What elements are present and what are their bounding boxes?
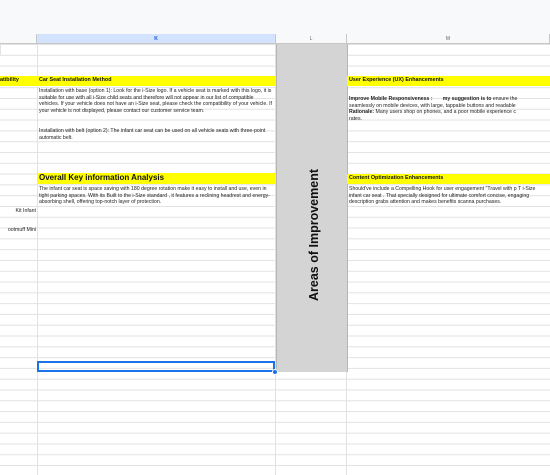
cell-install-header[interactable]: Car Seat Installation Method (37, 76, 275, 86)
fill-handle[interactable] (272, 369, 278, 375)
ux-text1: ensure the (492, 96, 518, 102)
ux-text2: seamlessly on mobile devices, with large… (349, 102, 516, 109)
cell-ux-text[interactable]: Improve Mobile Responsiveness : my sugge… (349, 96, 550, 122)
cell-install-option2[interactable]: Installation with belt (option 2): The i… (39, 128, 273, 141)
cell-overall-text[interactable]: The infant car seat is space saving with… (39, 186, 273, 206)
areas-of-improvement-label: Areas of Improvement (307, 169, 321, 301)
column-divider (37, 44, 38, 475)
column-header-j[interactable] (0, 34, 37, 44)
cell-j-kit-infant[interactable]: Kit Infant (0, 208, 36, 215)
ux-rationale: Many users shop on phones, and a poor mo… (375, 109, 516, 116)
cell-j-footmuff[interactable]: ootmuff Mini (0, 227, 36, 234)
column-header-m[interactable]: M (347, 34, 550, 44)
ux-rates: rates. (349, 115, 362, 122)
cell-content-header[interactable]: Content Optimization Enhancements (347, 174, 550, 184)
ux-rationale-label: Rationale: (349, 109, 375, 116)
toolbar-area (0, 0, 550, 35)
column-header-k[interactable]: K (37, 34, 276, 44)
cell-j-compatibility[interactable]: atibility (0, 76, 37, 86)
cell-overall-header[interactable]: Overall Key information Analysis (37, 173, 275, 184)
cell-content-text[interactable]: Should've include a Compelling Hook for … (349, 186, 549, 206)
ux-title: Improve Mobile Responsiveness : (349, 96, 433, 102)
cell-ux-header[interactable]: User Experience (UX) Enhancements (347, 76, 550, 86)
cell-install-option1[interactable]: Installation with base (option 1): Look … (39, 88, 273, 114)
ux-suggestion-label: my suggestion is to (442, 96, 492, 102)
selected-cell[interactable] (37, 361, 275, 372)
column-header-l[interactable]: L (276, 34, 347, 44)
